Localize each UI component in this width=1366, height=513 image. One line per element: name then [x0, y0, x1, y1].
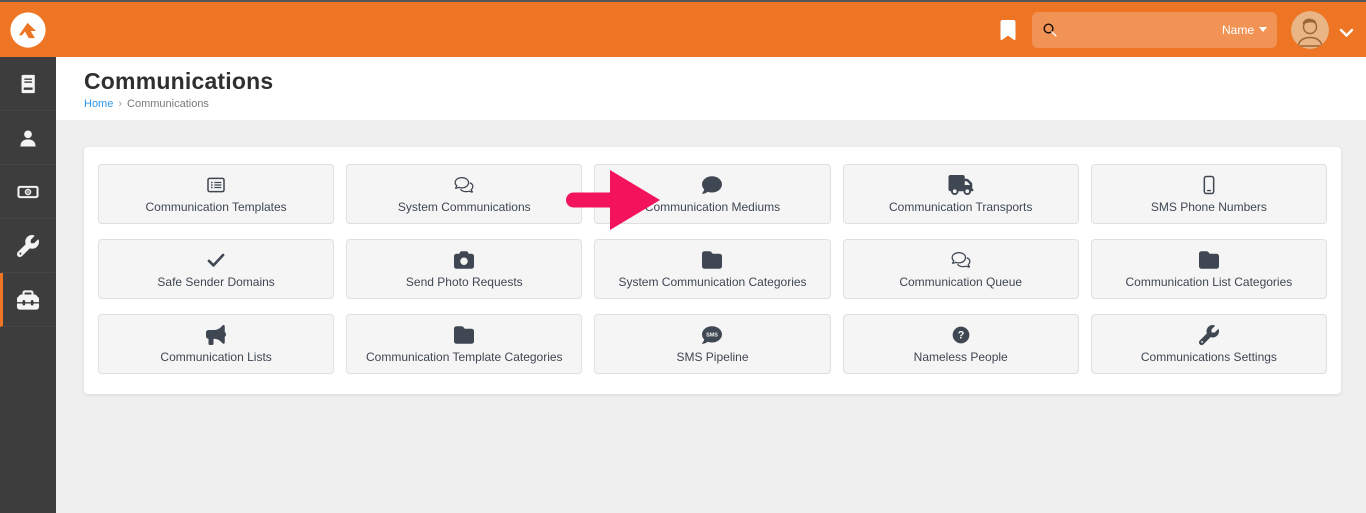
breadcrumb-home-link[interactable]: Home [84, 98, 113, 110]
check-icon [203, 250, 229, 270]
button-grid: Communication Templates System Communica… [98, 164, 1327, 374]
profile-chevron-down-icon[interactable] [1339, 25, 1354, 37]
sidebar-item-tools[interactable] [0, 219, 56, 273]
caret-down-icon [1259, 27, 1267, 32]
search-type-label: Name [1221, 22, 1254, 37]
card-sms-phone-numbers[interactable]: SMS Phone Numbers [1090, 164, 1327, 224]
card-communication-lists[interactable]: Communication Lists [98, 314, 335, 374]
toolbox-icon [17, 289, 39, 310]
card-label: Communication Templates [145, 199, 287, 214]
card-system-communication-categories[interactable]: System Communication Categories [594, 239, 831, 299]
sidebar-item-finance[interactable] [0, 165, 56, 219]
card-label: System Communications [397, 199, 531, 214]
card-label: Communication Lists [160, 349, 272, 364]
sidebar-item-admin-tools[interactable] [0, 273, 56, 327]
card-label: Communication Template Categories [366, 349, 563, 364]
book-icon [21, 74, 35, 93]
page-title: Communications [84, 68, 274, 94]
card-communication-transports[interactable]: Communication Transports [842, 164, 1079, 224]
breadcrumb-current: Communications [127, 98, 209, 110]
svg-text:SMS: SMS [707, 332, 719, 338]
sidebar-item-pages[interactable] [0, 57, 56, 111]
card-sms-pipeline[interactable]: SMS SMS Pipeline [594, 314, 831, 374]
card-safe-sender-domains[interactable]: Safe Sender Domains [98, 239, 335, 299]
card-communication-template-categories[interactable]: Communication Template Categories [346, 314, 583, 374]
wrench-icon [1196, 324, 1222, 345]
folder-icon [699, 250, 725, 270]
card-label: Communications Settings [1140, 349, 1277, 364]
page-body: Communication Templates System Communica… [56, 120, 1366, 394]
bookmark-icon[interactable] [1000, 19, 1016, 40]
wrench-icon [17, 234, 39, 257]
person-icon [20, 129, 36, 147]
camera-icon [451, 250, 477, 270]
svg-text:?: ? [957, 329, 964, 341]
card-nameless-people[interactable]: ? Nameless People [842, 314, 1079, 374]
list-template-icon [203, 175, 229, 195]
communications-panel: Communication Templates System Communica… [84, 147, 1341, 394]
search-type-dropdown[interactable]: Name [1222, 23, 1267, 37]
rock-logo[interactable] [0, 11, 56, 49]
main-content: Communications Home › Communications Com… [56, 57, 1366, 513]
card-communication-mediums[interactable]: Communication Mediums [594, 164, 831, 224]
card-label: Communication Mediums [644, 199, 781, 214]
breadcrumb-separator: › [118, 98, 123, 110]
card-label: SMS Pipeline [676, 349, 749, 364]
money-icon [17, 185, 39, 198]
card-communication-queue[interactable]: Communication Queue [842, 239, 1079, 299]
card-communication-templates[interactable]: Communication Templates [98, 164, 335, 224]
card-label: Send Photo Requests [405, 274, 523, 289]
rock-logo-icon [10, 11, 46, 48]
card-label: Nameless People [913, 349, 1008, 364]
question-circle-icon: ? [948, 325, 974, 345]
card-label: Communication Queue [899, 274, 1023, 289]
search-input[interactable] [1058, 22, 1222, 37]
sidebar-item-people[interactable] [0, 111, 56, 165]
card-label: Communication List Categories [1125, 274, 1293, 289]
sidebar [0, 57, 56, 513]
comments-icon [948, 250, 974, 270]
truck-icon [948, 174, 974, 195]
comment-icon [699, 175, 725, 195]
sms-comment-icon: SMS [699, 325, 725, 345]
breadcrumb: Home › Communications [84, 98, 1366, 110]
card-send-photo-requests[interactable]: Send Photo Requests [346, 239, 583, 299]
card-label: SMS Phone Numbers [1150, 199, 1267, 214]
page-header: Communications Home › Communications [56, 57, 1366, 120]
card-system-communications[interactable]: System Communications [346, 164, 583, 224]
card-communication-list-categories[interactable]: Communication List Categories [1090, 239, 1327, 299]
smart-search: Name [1032, 11, 1277, 48]
card-label: Communication Transports [889, 199, 1033, 214]
folder-icon [451, 325, 477, 345]
bullhorn-icon [203, 324, 229, 345]
card-label: System Communication Categories [618, 274, 807, 289]
card-label: Safe Sender Domains [157, 274, 275, 289]
comments-icon [451, 175, 477, 195]
card-communications-settings[interactable]: Communications Settings [1090, 314, 1327, 374]
search-icon [1043, 22, 1057, 37]
topbar: Name [0, 2, 1366, 57]
mobile-icon [1196, 175, 1222, 195]
avatar[interactable] [1291, 10, 1329, 49]
folder-icon [1196, 250, 1222, 270]
